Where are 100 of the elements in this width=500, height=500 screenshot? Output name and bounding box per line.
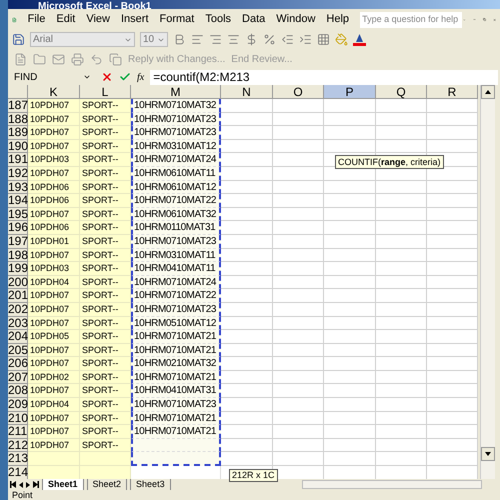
menu-item[interactable]: File	[28, 11, 46, 28]
row-header[interactable]: 191	[8, 153, 28, 167]
row-header[interactable]: 193	[8, 180, 28, 194]
table-cell: 10HRM0410MAT31	[131, 384, 221, 398]
table-cell: SPORT--	[80, 344, 131, 358]
sheet-tab[interactable]: Sheet1	[42, 479, 84, 490]
table-cell: 10PDH07	[28, 126, 80, 140]
row-header[interactable]: 212	[8, 438, 28, 452]
column-header[interactable]: K	[28, 85, 80, 99]
menu-item[interactable]: Edit	[56, 11, 76, 28]
row-header[interactable]: 190	[8, 140, 28, 154]
column-header[interactable]: O	[273, 85, 324, 99]
table-cell: 10PDH07	[28, 357, 80, 371]
table-cell: 10HRM0110MAT31	[131, 221, 221, 235]
row-header[interactable]: 189	[8, 126, 28, 140]
formula-field[interactable]: =countif(M2:M213	[150, 70, 498, 84]
row-header[interactable]: 214	[8, 466, 28, 480]
table-cell: SPORT--	[80, 112, 131, 126]
sheet-tab[interactable]: Sheet2	[86, 479, 128, 490]
menu-item[interactable]: Insert	[121, 11, 149, 28]
table-cell: 10PDH07	[28, 412, 80, 426]
table-cell: SPORT--	[80, 262, 131, 276]
table-cell: 10HRM0710MAT23	[131, 234, 221, 249]
row-header[interactable]: 200	[8, 276, 28, 290]
window-title: Microsoft Excel - Book1	[38, 2, 152, 9]
column-header[interactable]: L	[80, 85, 131, 99]
table-cell: 10PDH07	[28, 384, 80, 398]
column-header[interactable]: M	[131, 85, 221, 99]
table-cell: SPORT--	[80, 370, 131, 384]
row-header[interactable]: 205	[8, 344, 28, 358]
table-cell: 10PDH02	[28, 370, 80, 384]
table-cell: SPORT--	[80, 248, 131, 262]
table-cell: SPORT--	[80, 234, 131, 249]
row-header[interactable]: 202	[8, 302, 28, 316]
table-cell: 10PDH07	[28, 248, 80, 262]
table-cell: SPORT--	[80, 140, 131, 154]
row-header[interactable]: 197	[8, 234, 28, 249]
table-cell: 10HRM0610MAT11	[131, 166, 221, 181]
row-header[interactable]: 208	[8, 384, 28, 398]
row-header[interactable]: 213	[8, 452, 28, 466]
menu-item[interactable]: View	[86, 11, 110, 28]
row-header[interactable]: 211	[8, 425, 28, 439]
row-header[interactable]: 192	[8, 166, 28, 181]
row-header[interactable]: 201	[8, 289, 28, 303]
column-header[interactable]: N	[221, 85, 273, 99]
function-tooltip: COUNTIF(range, criteria)	[335, 155, 444, 169]
table-cell: 10HRM0710MAT23	[131, 126, 221, 140]
table-cell: 10PDH06	[28, 221, 80, 235]
table-cell: SPORT--	[80, 276, 131, 290]
table-cell: 10HRM0610MAT12	[131, 180, 221, 194]
table-cell: 10HRM0210MAT32	[131, 357, 221, 371]
table-cell: 10HRM0710MAT23	[131, 302, 221, 316]
row-header[interactable]: 187	[8, 99, 28, 113]
row-header[interactable]: 207	[8, 370, 28, 384]
row-header[interactable]: 194	[8, 194, 28, 208]
column-header[interactable]: R	[427, 85, 478, 99]
table-cell: 10PDH01	[28, 234, 80, 249]
table-cell: SPORT--	[80, 330, 131, 344]
font-select[interactable]: Arial	[30, 32, 135, 47]
sheet-tab[interactable]: Sheet3	[130, 479, 171, 490]
table-cell: 10HRM0710MAT21	[131, 344, 221, 358]
table-cell: 10HRM0610MAT32	[131, 208, 221, 222]
table-cell: 10PDH07	[28, 302, 80, 316]
column-header[interactable]: P	[324, 85, 376, 99]
row-header[interactable]: 196	[8, 221, 28, 235]
row-header[interactable]: 203	[8, 316, 28, 330]
menu-item[interactable]: Data	[242, 11, 266, 28]
row-header[interactable]: 199	[8, 262, 28, 276]
size-select[interactable]: 10	[140, 32, 168, 47]
table-cell: 10HRM0710MAT23	[131, 112, 221, 126]
row-header[interactable]: 206	[8, 357, 28, 371]
row-header[interactable]: 195	[8, 208, 28, 222]
table-cell: SPORT--	[80, 384, 131, 398]
name-box[interactable]: FIND	[10, 70, 95, 84]
table-cell: 10HRM0710MAT24	[131, 276, 221, 290]
table-cell: 10PDH07	[28, 289, 80, 303]
menu-item[interactable]: Help	[326, 11, 350, 28]
table-cell: 10PDH07	[28, 438, 80, 452]
row-header[interactable]: 204	[8, 330, 28, 344]
row-header[interactable]: 209	[8, 398, 28, 412]
table-cell: SPORT--	[80, 398, 131, 412]
table-cell: 10HRM0310MAT12	[131, 140, 221, 154]
table-cell: 10HRM0710MAT32	[131, 99, 221, 113]
table-cell: 10PDH06	[28, 194, 80, 208]
table-cell: 10HRM0510MAT12	[131, 316, 221, 330]
table-cell: 10HRM0410MAT11	[131, 262, 221, 276]
column-header[interactable]: Q	[376, 85, 427, 99]
table-cell: 10PDH07	[28, 166, 80, 181]
menu-item[interactable]: Window	[276, 11, 316, 28]
table-cell: 10PDH07	[28, 112, 80, 126]
table-cell: 10HRM0710MAT23	[131, 398, 221, 412]
table-cell: SPORT--	[80, 302, 131, 316]
function-icon[interactable]: fx	[137, 70, 144, 84]
table-cell: 10PDH07	[28, 140, 80, 154]
menu-item[interactable]: Tools	[205, 11, 232, 28]
status-text: Point	[12, 490, 33, 500]
row-header[interactable]: 210	[8, 412, 28, 426]
row-header[interactable]: 198	[8, 248, 28, 262]
row-header[interactable]: 188	[8, 112, 28, 126]
menu-item[interactable]: Format	[160, 11, 194, 28]
